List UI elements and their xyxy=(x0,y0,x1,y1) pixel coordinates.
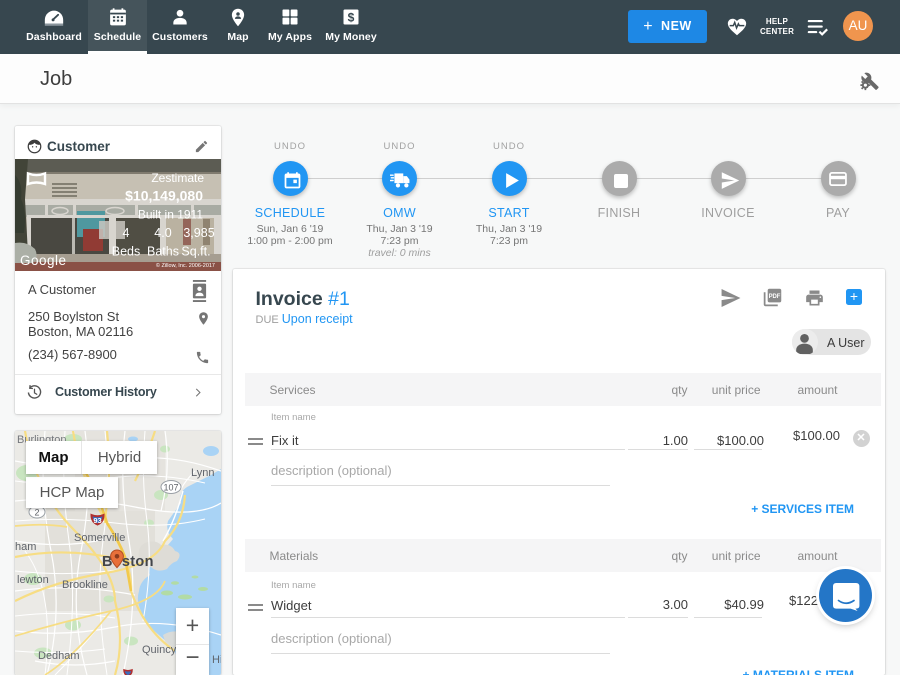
svg-text:Built in 1911: Built in 1911 xyxy=(138,208,203,222)
svg-text:$10,149,080: $10,149,080 xyxy=(125,188,203,204)
svg-text:PDF: PDF xyxy=(769,294,781,300)
svg-text:Baths: Baths xyxy=(147,245,179,259)
svg-text:Quincy: Quincy xyxy=(142,644,177,656)
svg-text:$: $ xyxy=(348,11,355,25)
svg-text:3,985: 3,985 xyxy=(183,226,214,240)
svg-text:Boston: Boston xyxy=(102,554,154,570)
svg-text:4.0: 4.0 xyxy=(154,226,171,240)
svg-text:Sq.ft.: Sq.ft. xyxy=(181,245,210,259)
svg-text:Google: Google xyxy=(20,253,67,268)
svg-text:107: 107 xyxy=(163,483,178,493)
svg-text:Dedham: Dedham xyxy=(38,650,80,662)
svg-text:ham: ham xyxy=(15,541,36,553)
svg-text:© Zillow, Inc. 2006-2017: © Zillow, Inc. 2006-2017 xyxy=(156,262,215,269)
svg-text:Beds: Beds xyxy=(112,245,141,259)
svg-text:Brookline: Brookline xyxy=(62,579,108,591)
svg-text:93: 93 xyxy=(93,516,101,525)
svg-text:Hi: Hi xyxy=(212,654,221,666)
svg-text:2: 2 xyxy=(34,508,39,518)
svg-text:Zestimate: Zestimate xyxy=(151,171,204,185)
svg-text:4: 4 xyxy=(123,226,130,240)
svg-text:Lynn: Lynn xyxy=(191,467,214,479)
svg-text:lewton: lewton xyxy=(17,574,49,586)
svg-text:Somerville: Somerville xyxy=(74,532,125,544)
